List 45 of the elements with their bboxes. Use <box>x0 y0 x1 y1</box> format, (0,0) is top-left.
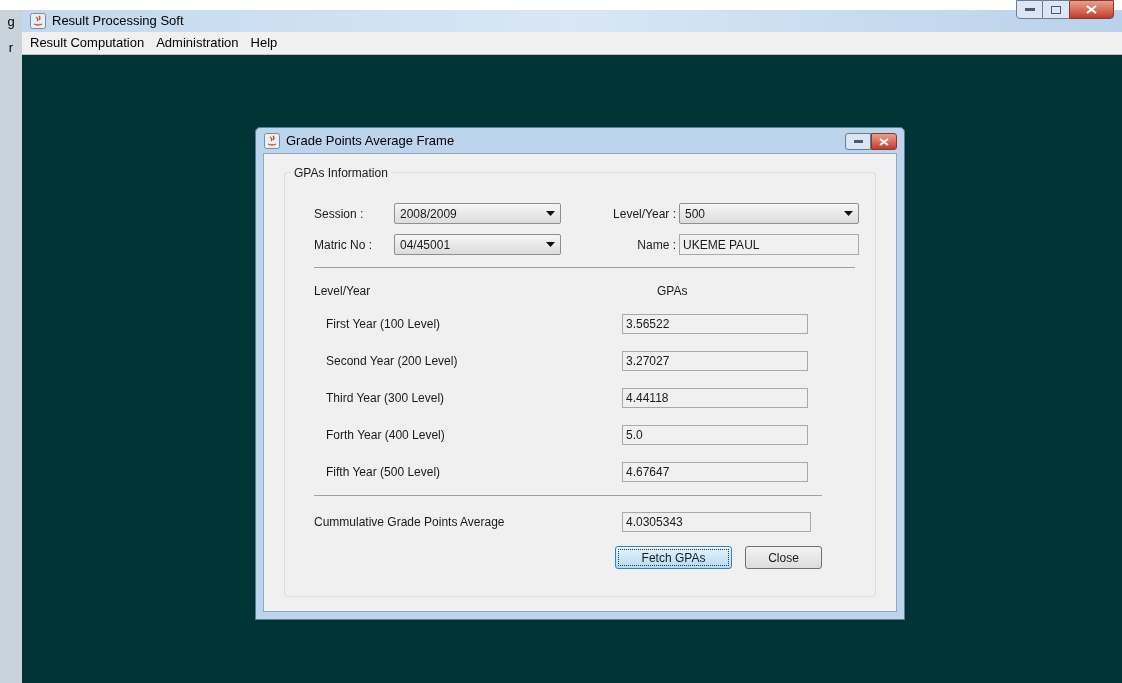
minimize-button[interactable] <box>845 133 871 150</box>
window-title: Result Processing Soft <box>52 12 184 31</box>
close-icon <box>1086 5 1097 14</box>
year-label: Second Year (200 Level) <box>325 353 459 370</box>
maximize-button[interactable] <box>1043 0 1069 19</box>
background-window-text: r <box>8 38 14 57</box>
gpa-field[interactable]: 4.44118 <box>622 388 808 408</box>
caret-icon <box>546 242 555 247</box>
column-header: Level/Year <box>314 283 372 300</box>
dropdown[interactable]: 500 <box>679 203 859 224</box>
field-label: Matric No : <box>314 236 373 254</box>
dropdown[interactable]: 04/45001 <box>394 234 561 255</box>
close-button[interactable] <box>871 133 897 150</box>
dialog-title: Grade Points Average Frame <box>286 131 455 150</box>
year-label: Forth Year (400 Level) <box>325 427 446 444</box>
gpa-field[interactable]: 5.0 <box>622 425 808 445</box>
close-button[interactable] <box>1069 0 1114 19</box>
gpa-field[interactable]: 3.27027 <box>622 351 808 371</box>
dialog-button[interactable]: Fetch GPAs <box>615 546 732 569</box>
close-icon <box>879 137 889 146</box>
minimize-icon <box>853 140 863 143</box>
minimize-button[interactable] <box>1016 0 1043 19</box>
menu-item[interactable]: Help <box>250 33 278 53</box>
menu-item[interactable]: Administration <box>156 33 239 53</box>
field-label: Level/Year : <box>612 205 677 223</box>
cumulative-label: Cummulative Grade Points Average <box>314 514 506 531</box>
maximize-icon <box>1051 5 1061 14</box>
app-icon <box>30 13 46 29</box>
gpa-field[interactable]: 4.67647 <box>622 462 808 482</box>
dialog-button[interactable]: Close <box>745 546 822 569</box>
field-label: Name : <box>636 236 677 254</box>
menu-item[interactable]: Result Computation <box>30 33 145 53</box>
column-header: GPAs <box>656 283 689 300</box>
year-label: Fifth Year (500 Level) <box>325 464 442 481</box>
year-label: Third Year (300 Level) <box>325 390 446 407</box>
background-window-text: g <box>7 13 15 31</box>
app-icon <box>264 132 280 149</box>
year-label: First Year (100 Level) <box>325 316 442 333</box>
dropdown[interactable]: 2008/2009 <box>394 203 561 224</box>
gpa-field[interactable]: 3.56522 <box>622 314 808 334</box>
caret-icon <box>546 211 555 216</box>
field-label: Session : <box>314 205 365 223</box>
caret-icon <box>844 211 853 216</box>
text-field[interactable]: UKEME PAUL <box>679 234 859 255</box>
cgpa-field[interactable]: 4.0305343 <box>622 512 811 532</box>
